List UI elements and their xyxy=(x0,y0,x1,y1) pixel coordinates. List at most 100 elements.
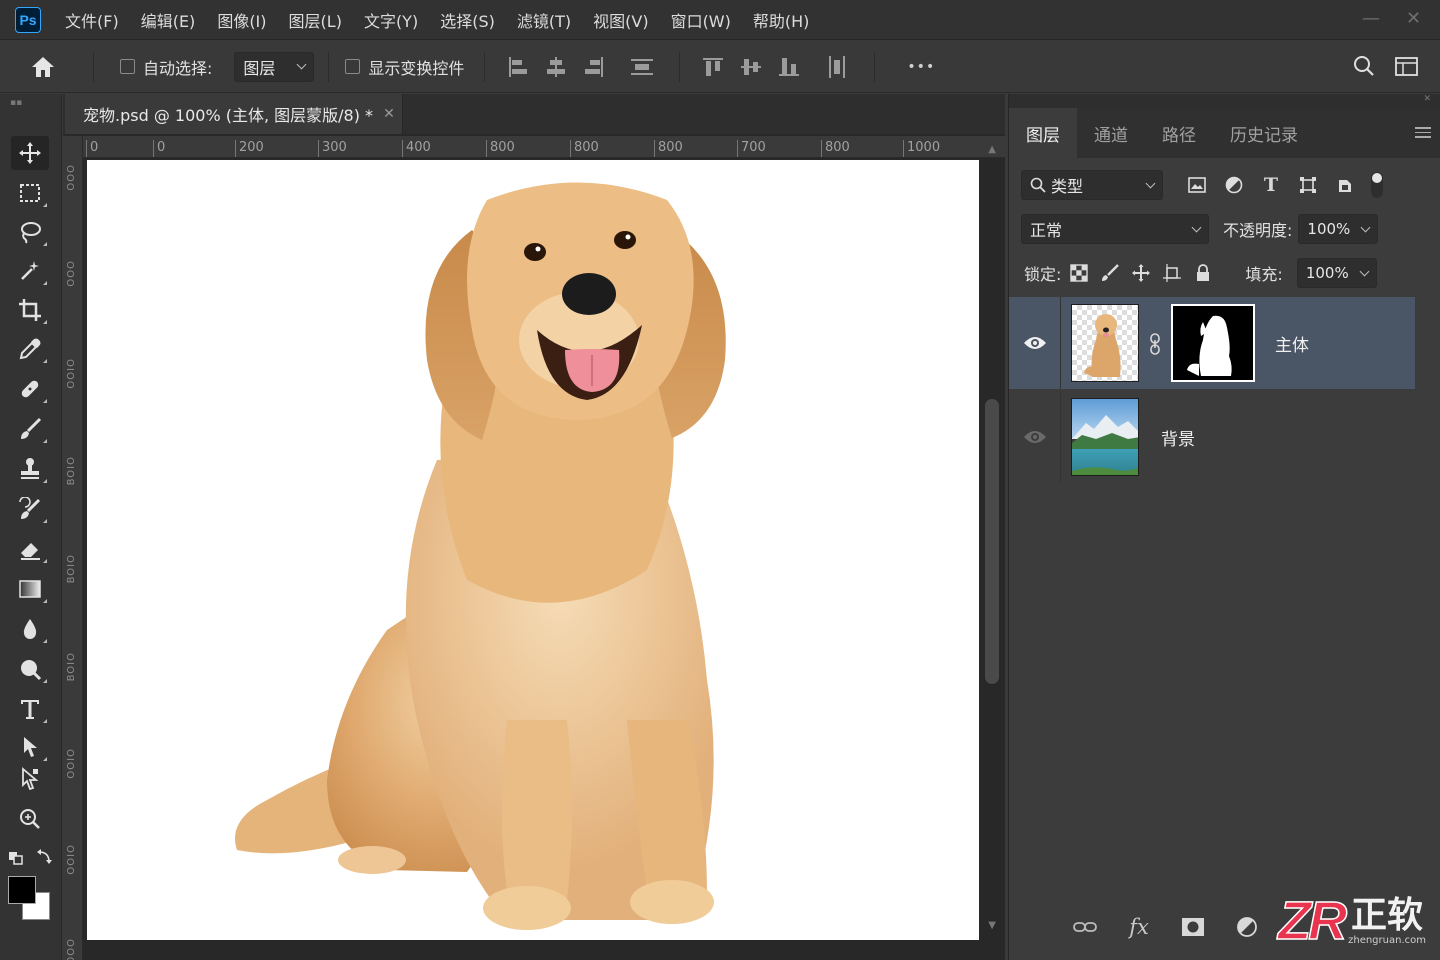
filter-type-icon[interactable]: T xyxy=(1261,174,1281,196)
type-tool-icon[interactable] xyxy=(11,692,49,726)
layer-name-background[interactable]: 背景 xyxy=(1161,425,1195,450)
layer-mask-thumbnail[interactable] xyxy=(1171,304,1255,382)
panel-tabs: 图层 通道 路径 历史记录 xyxy=(1009,108,1440,158)
opacity-field[interactable]: 100% xyxy=(1298,214,1379,244)
filter-pixel-icon[interactable] xyxy=(1187,175,1207,195)
chevron-down-icon xyxy=(1359,266,1370,276)
crop-tool-icon[interactable] xyxy=(11,293,49,327)
marquee-tool-icon[interactable] xyxy=(11,176,49,210)
lock-transparent-pixels-icon[interactable] xyxy=(1069,263,1089,283)
panel-menu-icon[interactable] xyxy=(1415,124,1431,141)
ruler-label: BOIO xyxy=(66,554,77,584)
document-tab[interactable]: 宠物.psd @ 100% (主体, 图层蒙版/8) * ✕ xyxy=(65,94,403,134)
brush-tool-icon[interactable] xyxy=(11,412,49,446)
path-selection-tool-icon[interactable] xyxy=(11,730,49,764)
lock-position-icon[interactable] xyxy=(1131,263,1151,283)
align-vertical-center-icon[interactable] xyxy=(740,56,762,78)
panel-grip-icon[interactable]: ▪▪ xyxy=(10,98,22,108)
menu-image[interactable]: 图像(I) xyxy=(217,8,266,32)
lasso-tool-icon[interactable] xyxy=(11,215,49,249)
menu-select[interactable]: 选择(S) xyxy=(440,8,495,32)
add-mask-icon[interactable] xyxy=(1179,913,1207,941)
gradient-tool-icon[interactable] xyxy=(11,572,49,606)
new-adjustment-layer-icon[interactable] xyxy=(1233,913,1261,941)
foreground-color-swatch[interactable] xyxy=(8,876,36,904)
menu-window[interactable]: 窗口(W) xyxy=(671,8,731,32)
filter-shape-icon[interactable] xyxy=(1298,175,1318,195)
workspace-icon[interactable] xyxy=(1395,56,1419,78)
layer-visibility-toggle[interactable] xyxy=(1009,391,1061,483)
auto-select-checkbox[interactable] xyxy=(120,59,135,74)
eraser-tool-icon[interactable] xyxy=(11,532,49,566)
blend-mode-dropdown[interactable]: 正常 xyxy=(1021,214,1209,244)
layer-filter-dropdown[interactable]: 类型 xyxy=(1021,170,1163,200)
filter-adjustment-icon[interactable] xyxy=(1224,175,1244,195)
home-icon[interactable] xyxy=(23,47,63,87)
distribute-horizontal-icon[interactable] xyxy=(826,55,848,78)
layer-style-fx-icon[interactable]: fx xyxy=(1125,913,1153,941)
menu-type[interactable]: 文字(Y) xyxy=(364,8,418,32)
close-window-icon[interactable]: ✕ xyxy=(1406,8,1421,29)
magic-wand-tool-icon[interactable] xyxy=(11,254,49,288)
lock-all-icon[interactable] xyxy=(1193,263,1213,283)
canvas[interactable] xyxy=(87,160,979,940)
healing-brush-tool-icon[interactable] xyxy=(11,372,49,406)
dodge-tool-icon[interactable] xyxy=(11,652,49,686)
align-right-icon[interactable] xyxy=(583,56,605,78)
layer-row-background[interactable]: 背景 xyxy=(1009,391,1415,483)
filter-toggle[interactable] xyxy=(1371,172,1383,198)
eyedropper-tool-icon[interactable] xyxy=(11,332,49,366)
layer-visibility-toggle[interactable] xyxy=(1009,297,1061,389)
tab-history[interactable]: 历史记录 xyxy=(1213,108,1315,158)
menu-view[interactable]: 视图(V) xyxy=(593,8,648,32)
align-left-icon[interactable] xyxy=(507,56,529,78)
menu-edit[interactable]: 编辑(E) xyxy=(141,8,196,32)
move-tool-icon[interactable] xyxy=(11,136,49,170)
distribute-vertical-icon[interactable] xyxy=(631,56,654,78)
default-colors-icon[interactable] xyxy=(8,851,24,865)
ruler-label: OOIO xyxy=(66,748,77,779)
history-brush-tool-icon[interactable] xyxy=(11,492,49,526)
link-layers-icon[interactable] xyxy=(1071,913,1099,941)
zoom-tool-icon[interactable] xyxy=(11,802,49,836)
menu-file[interactable]: 文件(F) xyxy=(65,8,119,32)
layer-row-subject[interactable]: 主体 xyxy=(1009,297,1415,389)
ruler-label: 400 xyxy=(402,140,431,157)
clone-stamp-tool-icon[interactable] xyxy=(11,452,49,486)
tab-channels[interactable]: 通道 xyxy=(1077,108,1145,158)
lock-image-pixels-icon[interactable] xyxy=(1100,263,1120,283)
menu-layer[interactable]: 图层(L) xyxy=(289,8,342,32)
tab-paths[interactable]: 路径 xyxy=(1145,108,1213,158)
align-bottom-icon[interactable] xyxy=(778,56,800,78)
dog-image xyxy=(235,182,726,930)
tab-layers[interactable]: 图层 xyxy=(1009,108,1077,158)
auto-select-dropdown[interactable]: 图层 xyxy=(234,51,315,82)
show-transform-checkbox[interactable] xyxy=(345,59,361,74)
ruler-label: OOO xyxy=(66,260,77,287)
close-tab-icon[interactable]: ✕ xyxy=(383,106,395,122)
align-top-icon[interactable] xyxy=(702,56,724,78)
scroll-up-icon[interactable]: ▲ xyxy=(988,144,996,155)
watermark: ZR 正软 zhengruan.com xyxy=(1277,893,1426,949)
auto-select-label: 自动选择: xyxy=(143,58,213,78)
scroll-down-icon[interactable]: ▼ xyxy=(988,920,996,931)
search-icon[interactable] xyxy=(1352,54,1376,78)
vertical-ruler: OOO OOO OOIO BOIO BOIO BOIO OOIO OOIO OO… xyxy=(63,136,83,960)
fill-field[interactable]: 100% xyxy=(1296,258,1377,288)
lock-label: 锁定: xyxy=(1024,265,1062,284)
minimize-icon[interactable]: — xyxy=(1362,8,1380,29)
collapse-panel-icon[interactable]: ✕ xyxy=(1423,94,1431,104)
filter-smart-object-icon[interactable] xyxy=(1335,175,1355,195)
swap-colors-icon[interactable] xyxy=(36,849,52,865)
vertical-scrollbar[interactable] xyxy=(985,399,999,684)
align-horizontal-center-icon[interactable] xyxy=(545,56,567,78)
more-options-icon[interactable]: ••• xyxy=(907,59,935,75)
lock-artboard-icon[interactable] xyxy=(1162,263,1182,283)
mask-link-icon[interactable] xyxy=(1147,333,1163,355)
menu-help[interactable]: 帮助(H) xyxy=(753,8,810,32)
menu-filter[interactable]: 滤镜(T) xyxy=(517,8,571,32)
layer-name-subject[interactable]: 主体 xyxy=(1275,331,1309,356)
blur-tool-icon[interactable] xyxy=(11,612,49,646)
direct-selection-tool-icon[interactable] xyxy=(11,762,49,796)
panel-header-strip: ✕ xyxy=(1009,94,1440,108)
